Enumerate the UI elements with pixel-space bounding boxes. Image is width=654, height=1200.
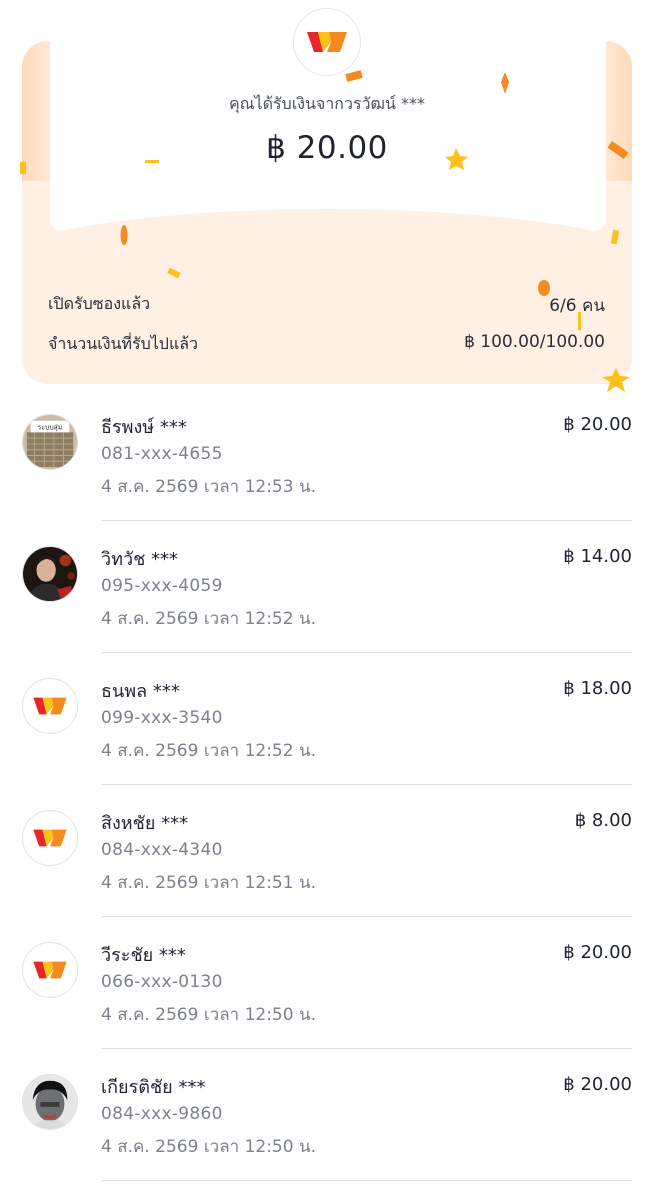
list-item[interactable]: สิงหชัย *** 084-xxx-4340 4 ส.ค. 2569 เวล… [0, 790, 654, 922]
svg-text:ระบบสุ่ม: ระบบสุ่ม [38, 423, 62, 431]
avatar [22, 678, 78, 734]
avatar [22, 942, 78, 998]
recipient-phone: 081-xxx-4655 [101, 444, 223, 464]
recipient-name: สิงหชัย *** [101, 813, 189, 834]
recipient-name: ธนพล *** [101, 681, 180, 702]
divider [101, 1179, 632, 1181]
recipient-amount: ฿ 20.00 [563, 1074, 632, 1095]
recipient-time: 4 ส.ค. 2569 เวลา 12:51 น. [101, 873, 316, 893]
recipient-phone: 066-xxx-0130 [101, 972, 223, 992]
recipient-amount: ฿ 14.00 [563, 546, 632, 567]
recipient-time: 4 ส.ค. 2569 เวลา 12:53 น. [101, 477, 316, 497]
brand-logo-icon [33, 697, 67, 715]
recipient-name: วิทวัช *** [101, 549, 179, 570]
recipient-amount: ฿ 20.00 [563, 414, 632, 435]
brand-logo-icon [33, 961, 67, 979]
recipient-name: ธีรพงษ์ *** [101, 417, 187, 438]
divider [101, 915, 632, 917]
recipient-time: 4 ส.ค. 2569 เวลา 12:52 น. [101, 609, 316, 629]
recipient-phone: 095-xxx-4059 [101, 576, 223, 596]
brand-logo-icon [33, 829, 67, 847]
list-item[interactable]: ระบบสุ่ม ธีรพงษ์ *** 081-xxx-4655 4 ส.ค.… [0, 394, 654, 526]
list-item[interactable]: วิทวัช *** 095-xxx-4059 4 ส.ค. 2569 เวลา… [0, 526, 654, 658]
avatar [22, 1074, 78, 1130]
recipient-phone: 099-xxx-3540 [101, 708, 223, 728]
divider [101, 651, 632, 653]
divider [101, 1047, 632, 1049]
avatar [22, 546, 78, 602]
avatar: ระบบสุ่ม [22, 414, 78, 470]
recipient-time: 4 ส.ค. 2569 เวลา 12:52 น. [101, 741, 316, 761]
recipient-amount: ฿ 8.00 [574, 810, 632, 831]
recipient-phone: 084-xxx-4340 [101, 840, 223, 860]
recipient-time: 4 ส.ค. 2569 เวลา 12:50 น. [101, 1137, 316, 1157]
recipient-name: วีระชัย *** [101, 945, 186, 966]
recipient-amount: ฿ 18.00 [563, 678, 632, 699]
divider [101, 783, 632, 785]
list-item[interactable]: ธนพล *** 099-xxx-3540 4 ส.ค. 2569 เวลา 1… [0, 658, 654, 790]
avatar [22, 810, 78, 866]
recipient-amount: ฿ 20.00 [563, 942, 632, 963]
divider [101, 519, 632, 521]
list-item[interactable]: เกียรติชัย *** 084-xxx-9860 4 ส.ค. 2569 … [0, 1054, 654, 1186]
list-item[interactable]: วีระชัย *** 066-xxx-0130 4 ส.ค. 2569 เวล… [0, 922, 654, 1054]
recipient-phone: 084-xxx-9860 [101, 1104, 223, 1124]
recipient-time: 4 ส.ค. 2569 เวลา 12:50 น. [101, 1005, 316, 1025]
recipient-name: เกียรติชัย *** [101, 1077, 206, 1098]
confetti-decoration [20, 70, 630, 392]
